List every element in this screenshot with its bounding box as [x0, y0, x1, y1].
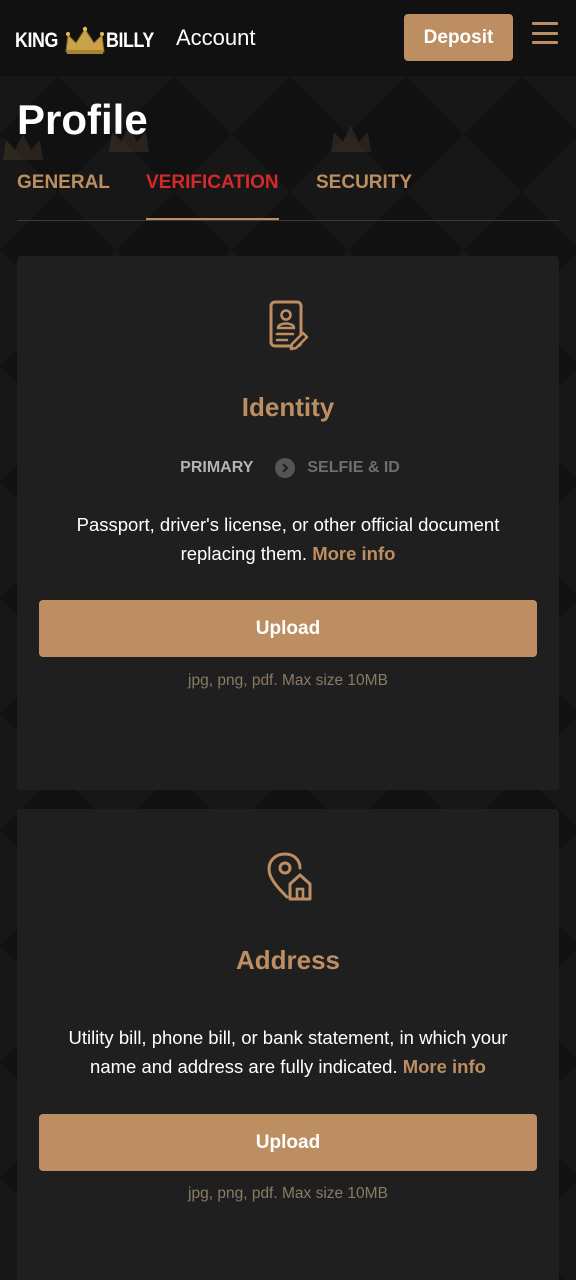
address-more-info-link[interactable]: More info: [403, 1056, 486, 1077]
tab-verification[interactable]: VERIFICATION: [146, 172, 279, 220]
profile-tabs: GENERAL VERIFICATION SECURITY: [17, 168, 559, 221]
page-title: Profile: [17, 96, 148, 143]
background-crown-icon: [331, 126, 371, 152]
identity-upload-button[interactable]: Upload: [39, 600, 537, 657]
identity-file-hint: jpg, png, pdf. Max size 10MB: [188, 672, 388, 689]
crown-logo-icon: [64, 26, 105, 54]
tab-security[interactable]: SECURITY: [316, 172, 412, 220]
identity-steps: PRIMARY SELFIE & ID: [17, 458, 559, 478]
header-title: Account: [176, 25, 256, 50]
id-card-icon: [269, 300, 309, 351]
menu-icon[interactable]: [532, 22, 558, 44]
top-bar: KING BILLY Account Deposit: [0, 0, 576, 76]
logo-text-left: KING: [15, 29, 58, 52]
identity-description-text: Passport, driver's license, or other off…: [76, 514, 500, 564]
address-upload-button[interactable]: Upload: [39, 1114, 537, 1171]
tab-general[interactable]: GENERAL: [17, 172, 110, 220]
step-primary[interactable]: PRIMARY: [180, 459, 253, 477]
deposit-button[interactable]: Deposit: [404, 14, 513, 61]
location-home-icon: [267, 852, 312, 901]
step-selfie-id[interactable]: SELFIE & ID: [307, 459, 399, 477]
identity-card: Identity PRIMARY SELFIE & ID Passport, d…: [17, 256, 559, 790]
address-card: Address Utility bill, phone bill, or ban…: [17, 809, 559, 1280]
address-file-hint: jpg, png, pdf. Max size 10MB: [188, 1185, 388, 1202]
logo-text-right: BILLY: [105, 29, 154, 52]
chevron-right-icon: [275, 458, 296, 478]
identity-description: Passport, driver's license, or other off…: [47, 510, 529, 568]
address-title: Address: [235, 945, 341, 975]
identity-more-info-link[interactable]: More info: [312, 543, 395, 564]
identity-title: Identity: [241, 392, 335, 422]
king-billy-logo[interactable]: KING BILLY: [15, 24, 162, 58]
address-description: Utility bill, phone bill, or bank statem…: [47, 1023, 529, 1081]
